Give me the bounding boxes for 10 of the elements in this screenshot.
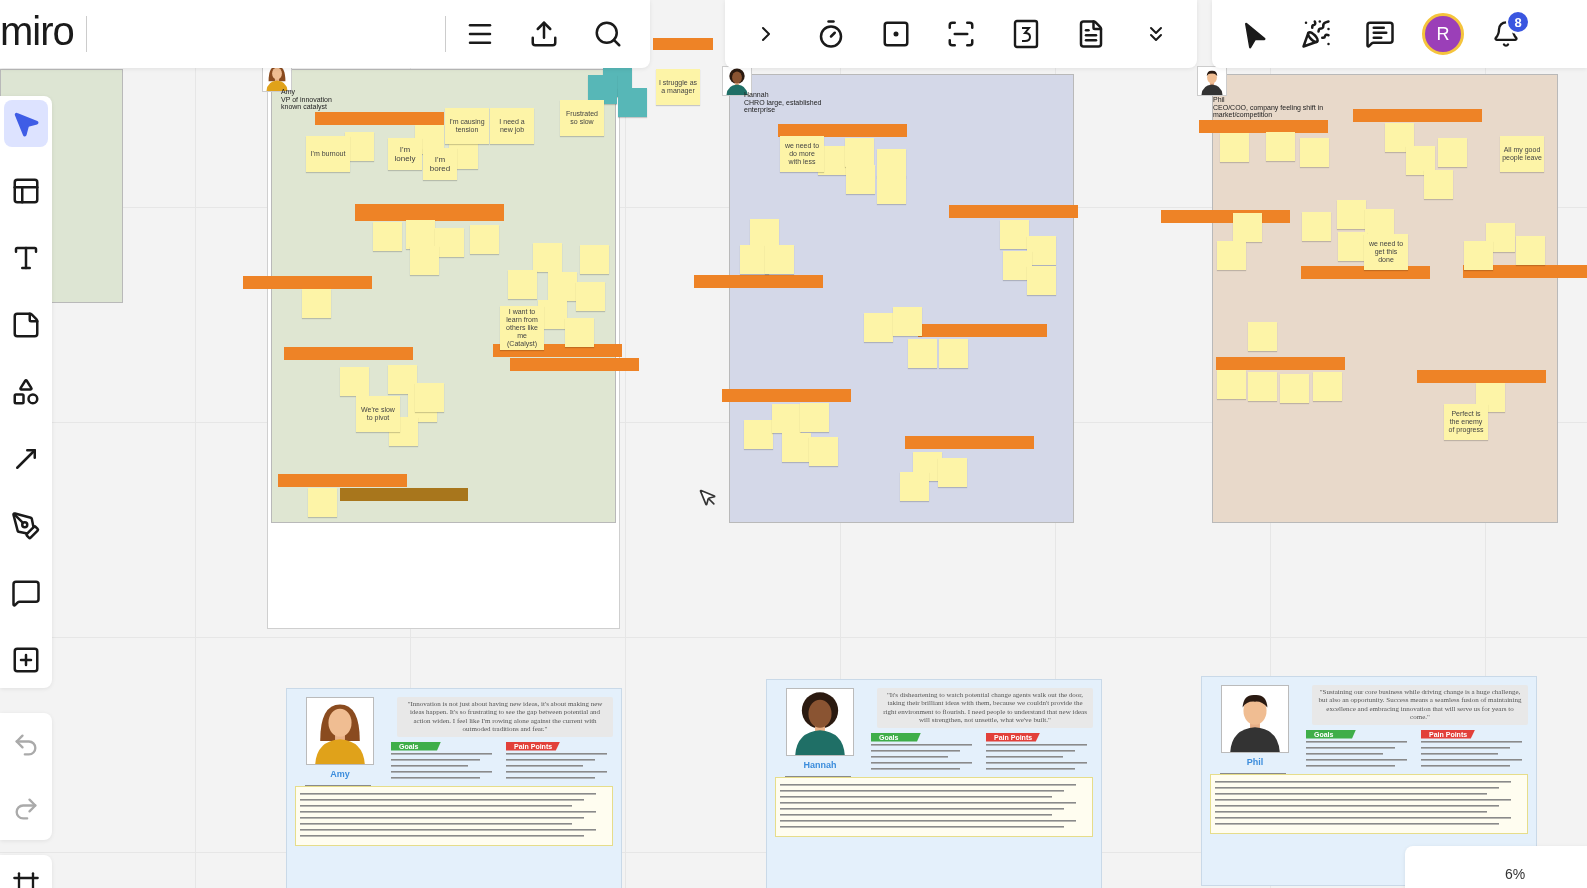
notification-badge: 8 — [1506, 10, 1530, 34]
notifications-button[interactable]: 8 — [1484, 12, 1528, 56]
sticky-note: I'm lonely — [388, 138, 422, 170]
persona-name: Amy — [330, 769, 350, 779]
sticky-note: I'm bored — [423, 148, 457, 180]
logo[interactable]: miro — [0, 11, 74, 51]
user-avatar[interactable]: R — [1422, 13, 1464, 55]
persona-name: Phil — [1246, 757, 1264, 767]
persona-name: Hannah — [803, 760, 837, 770]
zoom-level[interactable]: 6% — [1505, 866, 1526, 882]
